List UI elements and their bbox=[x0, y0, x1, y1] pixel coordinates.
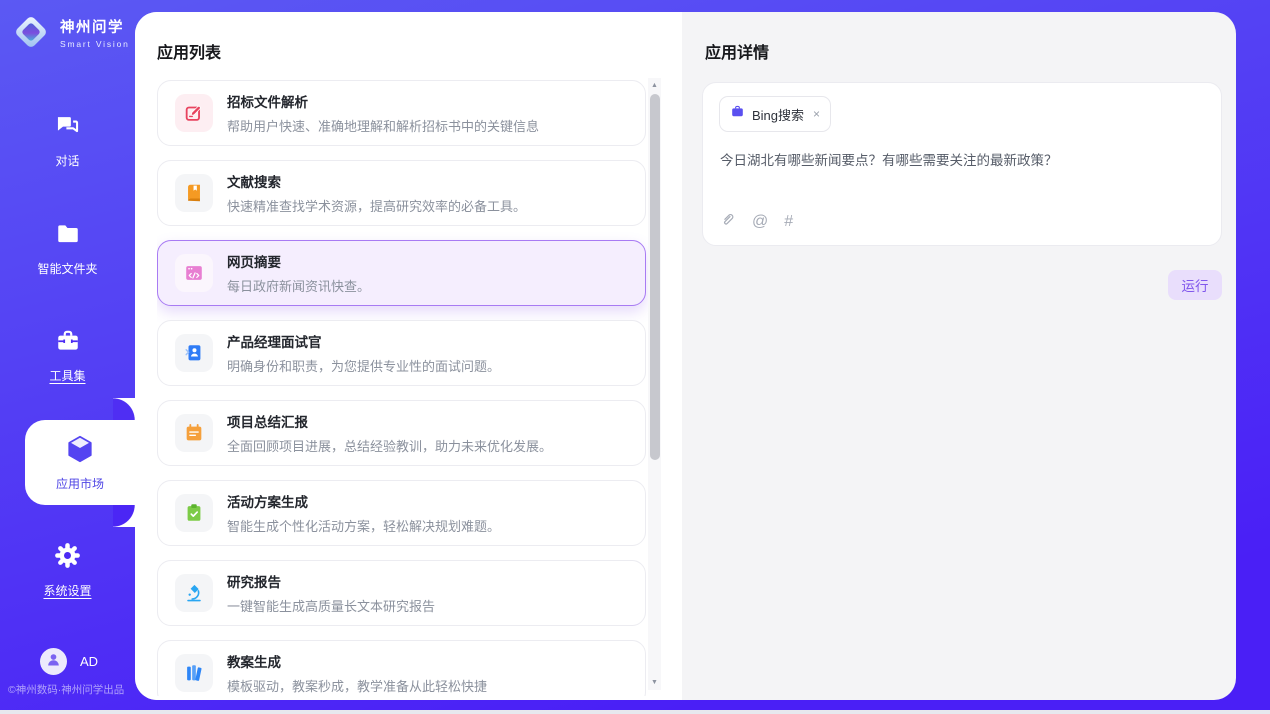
tool-tag-label: Bing搜索 bbox=[752, 105, 804, 124]
chat-icon bbox=[54, 112, 81, 144]
app-card-title: 产品经理面试官 bbox=[227, 331, 500, 351]
gear-icon bbox=[54, 542, 81, 574]
app-card-title: 项目总结汇报 bbox=[227, 411, 552, 431]
tool-tag-bing-search[interactable]: Bing搜索 × bbox=[719, 96, 831, 132]
user-name: AD bbox=[80, 654, 98, 669]
app-card-title: 文献搜索 bbox=[227, 171, 526, 191]
user-avatar-icon bbox=[45, 651, 62, 673]
app-card-activity-plan[interactable]: 活动方案生成 智能生成个性化活动方案，轻松解决规划难题。 bbox=[157, 480, 646, 546]
app-card-list: 招标文件解析 帮助用户快速、准确地理解和解析招标书中的关键信息 文献搜索 快速精… bbox=[157, 80, 648, 696]
attachment-icon[interactable] bbox=[719, 211, 736, 233]
toolbox-icon bbox=[55, 328, 81, 359]
sidebar-item-app-market[interactable]: 应用市场 bbox=[25, 420, 135, 505]
microscope-icon bbox=[175, 574, 213, 612]
brand-name: 神州问学 bbox=[60, 16, 130, 37]
app-card-web-summary[interactable]: 网页摘要 每日政府新闻资讯快查。 bbox=[157, 240, 646, 306]
app-card-title: 研究报告 bbox=[227, 571, 435, 591]
sidebar-item-label: 智能文件夹 bbox=[37, 260, 97, 277]
scrollbar-up-arrow[interactable]: ▲ bbox=[648, 79, 661, 92]
briefcase-icon bbox=[730, 104, 745, 124]
app-card-title: 网页摘要 bbox=[227, 251, 370, 271]
sidebar-item-label: 应用市场 bbox=[56, 475, 104, 492]
books-icon bbox=[175, 654, 213, 692]
app-list-title: 应用列表 bbox=[157, 39, 221, 63]
sidebar-item-chat[interactable]: 对话 bbox=[0, 112, 135, 169]
brand-diamond-icon bbox=[14, 15, 48, 49]
brand-tagline: Smart Vision bbox=[60, 39, 130, 49]
app-detail-title: 应用详情 bbox=[705, 39, 769, 63]
avatar bbox=[40, 648, 67, 675]
tab-curve-top bbox=[113, 398, 135, 420]
sidebar-item-label: 对话 bbox=[55, 152, 79, 169]
close-icon[interactable]: × bbox=[813, 107, 820, 121]
app-card-title: 招标文件解析 bbox=[227, 91, 539, 111]
sidebar-item-toolset[interactable]: 工具集 bbox=[0, 328, 135, 384]
tab-curve-bottom bbox=[113, 505, 135, 527]
sidebar-item-settings[interactable]: 系统设置 bbox=[0, 542, 135, 599]
brand-text: 神州问学 Smart Vision bbox=[60, 16, 130, 49]
app-card-bid-parse[interactable]: 招标文件解析 帮助用户快速、准确地理解和解析招标书中的关键信息 bbox=[157, 80, 646, 146]
cube-icon bbox=[65, 434, 95, 469]
app-card-research-report[interactable]: 研究报告 一键智能生成高质量长文本研究报告 bbox=[157, 560, 646, 626]
mention-icon[interactable]: @ bbox=[752, 213, 768, 231]
app-card-lesson-plan[interactable]: 教案生成 模板驱动，教案秒成，教学准备从此轻松快捷 bbox=[157, 640, 646, 696]
app-card-desc: 智能生成个性化活动方案，轻松解决规划难题。 bbox=[227, 516, 500, 535]
query-text[interactable]: 今日湖北有哪些新闻要点？有哪些需要关注的最新政策？ bbox=[720, 151, 1205, 171]
app-detail-panel: 应用详情 Bing搜索 × 今日湖北有哪些新闻要点？有哪些需要关注的最新政策？ … bbox=[682, 12, 1236, 700]
calendar-icon bbox=[175, 414, 213, 452]
prompt-input-card[interactable]: Bing搜索 × 今日湖北有哪些新闻要点？有哪些需要关注的最新政策？ @ # bbox=[702, 82, 1222, 246]
app-card-title: 教案生成 bbox=[227, 651, 487, 671]
sidebar-item-smart-folder[interactable]: 智能文件夹 bbox=[0, 221, 135, 277]
app-card-desc: 一键智能生成高质量长文本研究报告 bbox=[227, 596, 435, 615]
clipboard-check-icon bbox=[175, 494, 213, 532]
app-card-desc: 全面回顾项目进展，总结经验教训，助力未来优化发展。 bbox=[227, 436, 552, 455]
app-card-project-summary[interactable]: 项目总结汇报 全面回顾项目进展，总结经验教训，助力未来优化发展。 bbox=[157, 400, 646, 466]
composer-toolbar: @ # bbox=[719, 211, 793, 233]
folder-icon bbox=[55, 221, 81, 252]
interviewer-icon bbox=[175, 334, 213, 372]
scrollbar-thumb[interactable] bbox=[650, 94, 660, 460]
sidebar-footer: ©神州数码·神州问学出品 bbox=[8, 682, 124, 697]
app-card-desc: 快速精准查找学术资源，提高研究效率的必备工具。 bbox=[227, 196, 526, 215]
app-list-panel: 应用列表 招标文件解析 帮助用户快速、准确地理解和解析招标书中的关键信息 文献搜… bbox=[135, 12, 682, 700]
app-card-desc: 明确身份和职责，为您提供专业性的面试问题。 bbox=[227, 356, 500, 375]
book-icon bbox=[175, 174, 213, 212]
doc-edit-icon bbox=[175, 94, 213, 132]
user-account[interactable]: AD bbox=[40, 648, 98, 675]
sidebar-item-label: 系统设置 bbox=[43, 582, 91, 599]
app-card-pm-interviewer[interactable]: 产品经理面试官 明确身份和职责，为您提供专业性的面试问题。 bbox=[157, 320, 646, 386]
app-card-literature-search[interactable]: 文献搜索 快速精准查找学术资源，提高研究效率的必备工具。 bbox=[157, 160, 646, 226]
app-card-desc: 模板驱动，教案秒成，教学准备从此轻松快捷 bbox=[227, 676, 487, 695]
webpage-icon bbox=[175, 254, 213, 292]
scrollbar[interactable]: ▲ ▼ bbox=[648, 78, 661, 690]
sidebar: 神州问学 Smart Vision 对话 智能文件夹 工具集 应用市场 系统设 bbox=[0, 0, 135, 710]
app-card-desc: 每日政府新闻资讯快查。 bbox=[227, 276, 370, 295]
run-button[interactable]: 运行 bbox=[1168, 270, 1222, 300]
scrollbar-down-arrow[interactable]: ▼ bbox=[648, 676, 661, 689]
brand-logo: 神州问学 Smart Vision bbox=[12, 13, 130, 51]
app-card-desc: 帮助用户快速、准确地理解和解析招标书中的关键信息 bbox=[227, 116, 539, 135]
app-card-title: 活动方案生成 bbox=[227, 491, 500, 511]
sidebar-item-label: 工具集 bbox=[49, 367, 85, 384]
main-content: 应用列表 招标文件解析 帮助用户快速、准确地理解和解析招标书中的关键信息 文献搜… bbox=[135, 12, 1236, 700]
hashtag-icon[interactable]: # bbox=[784, 213, 793, 231]
